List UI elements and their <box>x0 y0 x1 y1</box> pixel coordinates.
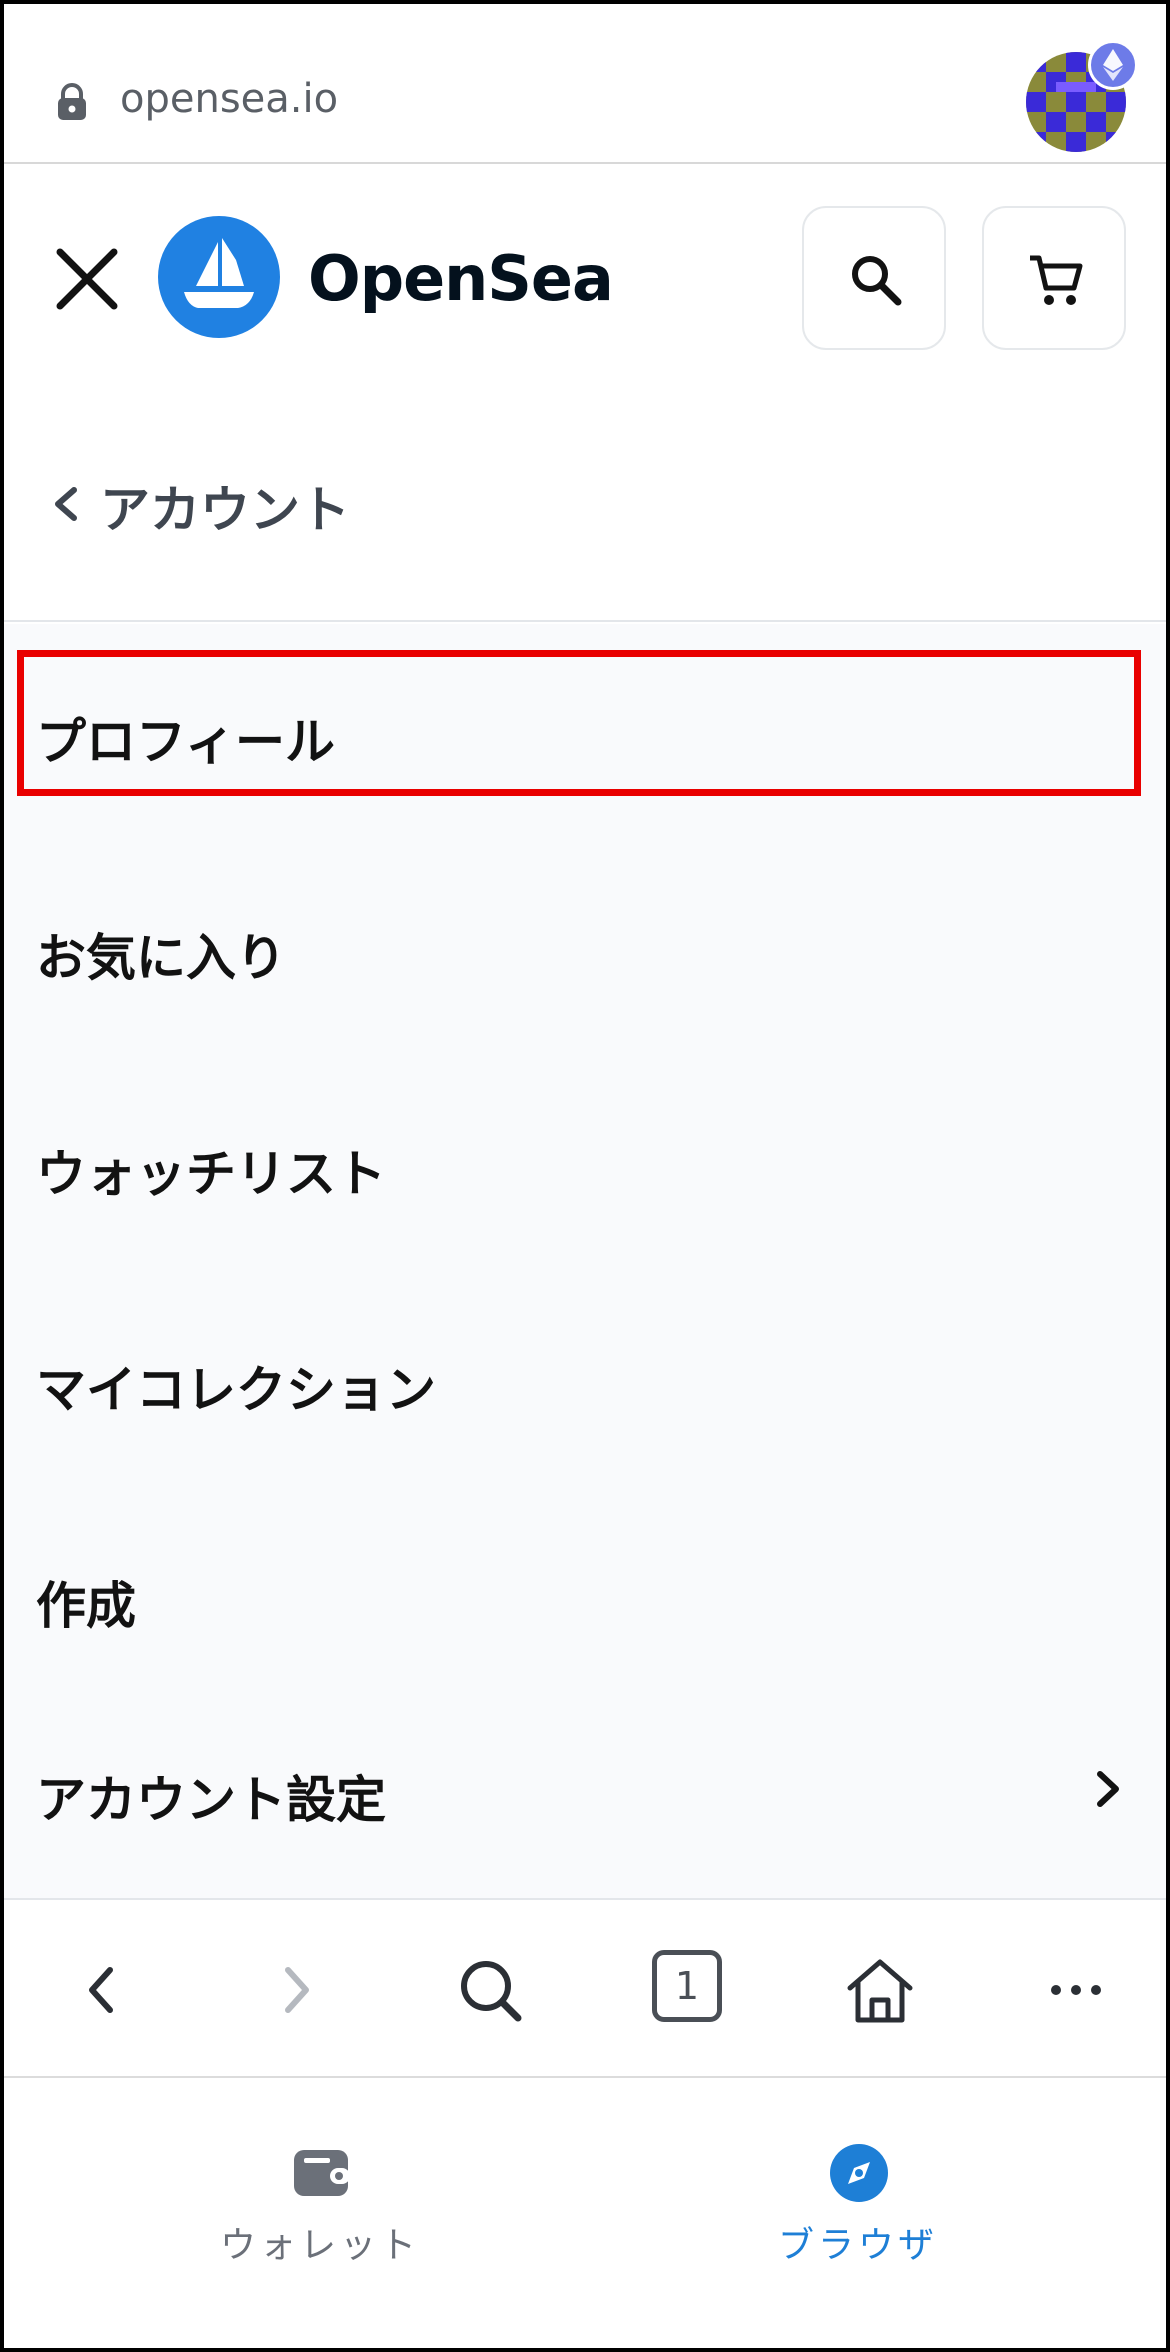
search-icon <box>852 256 902 306</box>
nav-browser-label: ブラウザ <box>777 2225 938 2266</box>
bottom-navigation: ウォレット ブラウザ <box>4 2080 1166 2348</box>
url-text[interactable]: opensea.io <box>120 76 338 122</box>
menu-item-label: 作成 <box>36 1577 136 1635</box>
compass-icon <box>830 2144 888 2202</box>
forward-icon[interactable] <box>258 1952 334 2028</box>
ship-icon <box>184 238 254 308</box>
menu-item-create[interactable]: 作成 <box>4 1488 1166 1704</box>
highlight-box <box>17 650 1141 796</box>
back-to-account[interactable]: アカウント <box>4 366 1166 622</box>
menu-item-label: お気に入り <box>36 929 286 987</box>
menu-item-favorites[interactable]: お気に入り <box>4 840 1166 1056</box>
search-button[interactable] <box>802 206 946 350</box>
more-icon[interactable] <box>1038 1952 1114 2028</box>
menu-item-label: マイコレクション <box>36 1361 436 1419</box>
search-icon[interactable] <box>452 1952 528 2028</box>
menu-item-watchlist[interactable]: ウォッチリスト <box>4 1056 1166 1272</box>
cart-button[interactable] <box>982 206 1126 350</box>
home-icon[interactable] <box>842 1952 918 2028</box>
nav-wallet[interactable]: ウォレット <box>170 2080 470 2348</box>
chevron-right-icon <box>1097 1771 1119 1807</box>
ethereum-badge-icon <box>1088 40 1138 90</box>
browser-toolbar: 1 <box>4 1898 1166 2078</box>
menu-item-account-settings[interactable]: アカウント設定 <box>4 1682 1166 1898</box>
menu-item-label: アカウント設定 <box>36 1771 386 1829</box>
tabs-button[interactable]: 1 <box>652 1950 722 2022</box>
close-icon[interactable] <box>54 246 120 312</box>
chevron-left-icon <box>55 487 77 521</box>
back-label: アカウント <box>100 481 350 539</box>
back-icon[interactable] <box>64 1952 140 2028</box>
brand-name[interactable]: OpenSea <box>308 242 614 315</box>
site-header: OpenSea <box>4 166 1166 366</box>
nav-browser[interactable]: ブラウザ <box>708 2080 1008 2348</box>
lock-icon <box>58 83 86 120</box>
url-bar[interactable]: opensea.io <box>4 4 1166 164</box>
wallet-icon <box>294 2150 350 2196</box>
nav-wallet-label: ウォレット <box>219 2225 420 2266</box>
cart-icon <box>1030 255 1083 305</box>
menu-item-label: ウォッチリスト <box>36 1145 386 1203</box>
opensea-logo[interactable] <box>158 216 280 338</box>
app-frame: opensea.io OpenSea アカウント プロフィール お気に入り ウォ… <box>0 0 1170 2352</box>
account-menu: プロフィール お気に入り ウォッチリスト マイコレクション 作成 アカウント設定 <box>4 624 1166 1898</box>
menu-item-my-collections[interactable]: マイコレクション <box>4 1272 1166 1488</box>
